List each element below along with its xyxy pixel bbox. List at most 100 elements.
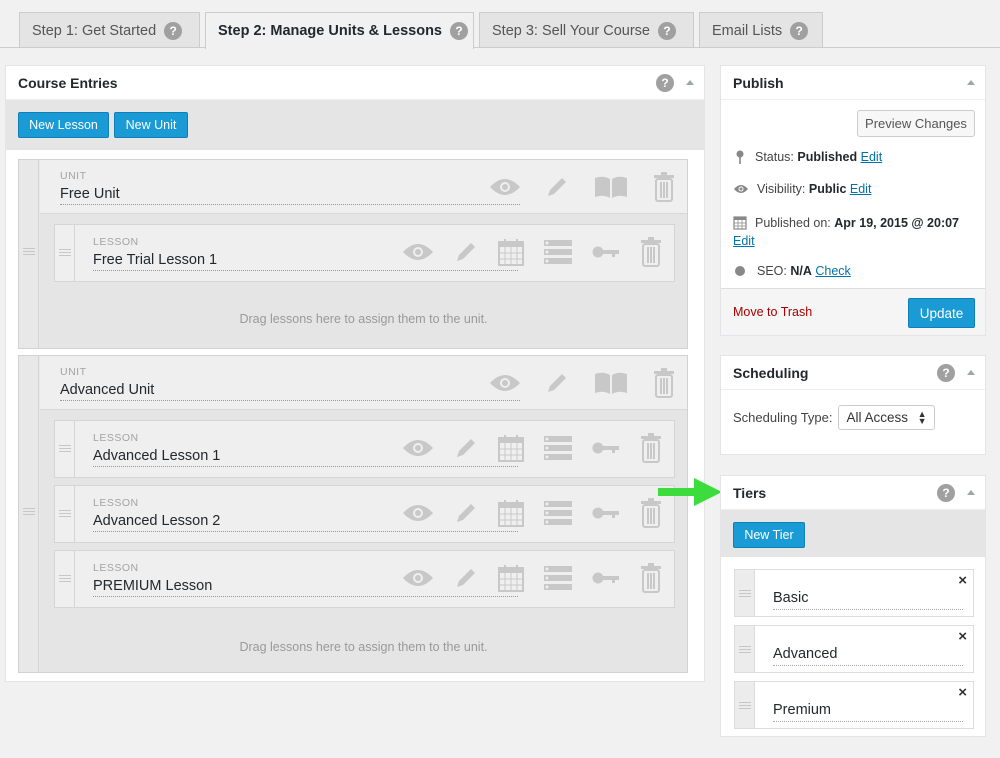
eye-icon[interactable] bbox=[402, 242, 434, 262]
trash-icon[interactable] bbox=[640, 563, 662, 593]
new-tier-button[interactable]: New Tier bbox=[733, 522, 805, 548]
publish-box: Publish Preview Changes Status: Publishe… bbox=[720, 65, 986, 336]
calendar-icon[interactable] bbox=[498, 499, 524, 527]
unit-name[interactable]: Free Unit bbox=[60, 186, 520, 205]
tab-manage-units[interactable]: Step 2: Manage Units & Lessons ? bbox=[205, 12, 474, 49]
unit-item[interactable]: UNIT Free Unit LESSON Free Trial Lesson … bbox=[18, 159, 688, 349]
eye-icon[interactable] bbox=[489, 373, 521, 393]
lesson-drag-handle[interactable] bbox=[55, 225, 75, 281]
preview-changes-button[interactable]: Preview Changes bbox=[857, 110, 975, 137]
published-value: Apr 19, 2015 @ 20:07 bbox=[834, 216, 960, 230]
list-icon[interactable] bbox=[544, 239, 572, 265]
unit-drag-handle[interactable] bbox=[19, 160, 39, 348]
eye-icon[interactable] bbox=[489, 177, 521, 197]
seo-check-link[interactable]: Check bbox=[815, 264, 850, 278]
tier-name[interactable]: Basic bbox=[773, 590, 963, 610]
tier-item[interactable]: Basic × bbox=[734, 569, 974, 617]
calendar-icon[interactable] bbox=[498, 564, 524, 592]
move-to-trash-link[interactable]: Move to Trash bbox=[733, 305, 812, 319]
pencil-icon[interactable] bbox=[454, 501, 478, 525]
calendar-icon[interactable] bbox=[498, 434, 524, 462]
pencil-icon[interactable] bbox=[545, 175, 569, 199]
update-button[interactable]: Update bbox=[908, 298, 975, 328]
trash-icon[interactable] bbox=[653, 172, 675, 202]
drag-hint: Drag lessons here to assign them to the … bbox=[239, 312, 488, 326]
tier-drag-handle[interactable] bbox=[735, 682, 755, 728]
trash-icon[interactable] bbox=[653, 368, 675, 398]
lesson-item[interactable]: LESSON Advanced Lesson 2 bbox=[54, 485, 675, 543]
help-icon[interactable]: ? bbox=[790, 21, 809, 40]
lesson-item[interactable]: LESSON PREMIUM Lesson bbox=[54, 550, 675, 608]
new-lesson-button[interactable]: New Lesson bbox=[18, 112, 109, 138]
eye-icon[interactable] bbox=[402, 568, 434, 588]
eye-icon[interactable] bbox=[402, 438, 434, 458]
tier-item[interactable]: Premium × bbox=[734, 681, 974, 729]
close-icon[interactable]: × bbox=[958, 572, 967, 589]
trash-icon[interactable] bbox=[640, 433, 662, 463]
close-icon[interactable]: × bbox=[958, 628, 967, 645]
help-icon[interactable]: ? bbox=[937, 363, 955, 382]
help-icon[interactable]: ? bbox=[450, 22, 468, 40]
unit-item[interactable]: UNIT Advanced Unit LESSON Advanced Lesso… bbox=[18, 355, 688, 673]
lesson-drag-handle[interactable] bbox=[55, 551, 75, 607]
lesson-drag-handle[interactable] bbox=[55, 421, 75, 477]
book-icon[interactable] bbox=[593, 175, 629, 199]
drag-handle-icon bbox=[59, 445, 71, 452]
help-icon[interactable]: ? bbox=[937, 483, 955, 502]
lesson-item[interactable]: LESSON Advanced Lesson 1 bbox=[54, 420, 675, 478]
pencil-icon[interactable] bbox=[545, 371, 569, 395]
collapse-icon[interactable] bbox=[967, 490, 975, 495]
tiers-box: Tiers ? New Tier Basic × Advanced × Prem… bbox=[720, 475, 986, 737]
unit-drag-handle[interactable] bbox=[19, 356, 39, 672]
tab-sell-course[interactable]: Step 3: Sell Your Course ? bbox=[479, 12, 694, 48]
lesson-drag-handle[interactable] bbox=[55, 486, 75, 542]
tier-name[interactable]: Premium bbox=[773, 702, 963, 722]
unit-name[interactable]: Advanced Unit bbox=[60, 382, 520, 401]
eye-icon[interactable] bbox=[402, 503, 434, 523]
unit-lessons: LESSON Advanced Lesson 1 LESSON Advanced… bbox=[40, 409, 687, 672]
seo-status-icon bbox=[735, 266, 745, 276]
key-icon[interactable] bbox=[592, 442, 620, 454]
lesson-item[interactable]: LESSON Free Trial Lesson 1 bbox=[54, 224, 675, 282]
pencil-icon[interactable] bbox=[454, 240, 478, 264]
scheduling-type-label: Scheduling Type: bbox=[733, 410, 833, 425]
status-label: Status: bbox=[755, 150, 794, 164]
list-icon[interactable] bbox=[544, 435, 572, 461]
key-icon[interactable] bbox=[592, 572, 620, 584]
collapse-icon[interactable] bbox=[686, 80, 694, 85]
drag-handle-icon bbox=[739, 646, 751, 653]
tab-get-started[interactable]: Step 1: Get Started ? bbox=[19, 12, 200, 48]
status-edit-link[interactable]: Edit bbox=[861, 150, 883, 164]
list-icon[interactable] bbox=[544, 500, 572, 526]
help-icon[interactable]: ? bbox=[658, 21, 676, 40]
tier-drag-handle[interactable] bbox=[735, 626, 755, 672]
pencil-icon[interactable] bbox=[454, 566, 478, 590]
tier-item[interactable]: Advanced × bbox=[734, 625, 974, 673]
key-icon[interactable] bbox=[592, 507, 620, 519]
unit-actions bbox=[489, 368, 675, 398]
pencil-icon[interactable] bbox=[454, 436, 478, 460]
visibility-row: Visibility: Public Edit bbox=[733, 182, 871, 196]
book-icon[interactable] bbox=[593, 371, 629, 395]
scheduling-type-select[interactable]: All Access ▲ ▼ bbox=[837, 405, 935, 430]
close-icon[interactable]: × bbox=[958, 684, 967, 701]
tier-name[interactable]: Advanced bbox=[773, 646, 963, 666]
collapse-icon[interactable] bbox=[967, 80, 975, 85]
collapse-icon[interactable] bbox=[967, 370, 975, 375]
lesson-label: LESSON bbox=[93, 236, 139, 248]
calendar-icon[interactable] bbox=[498, 238, 524, 266]
tier-drag-handle[interactable] bbox=[735, 570, 755, 616]
visibility-label: Visibility: bbox=[757, 182, 806, 196]
unit-lessons: LESSON Free Trial Lesson 1 Drag lessons … bbox=[40, 213, 687, 348]
drag-handle-icon bbox=[23, 508, 35, 515]
published-edit-link[interactable]: Edit bbox=[733, 232, 978, 250]
list-icon[interactable] bbox=[544, 565, 572, 591]
help-icon[interactable]: ? bbox=[164, 21, 183, 40]
key-icon[interactable] bbox=[592, 246, 620, 258]
tab-email-lists[interactable]: Email Lists ? bbox=[699, 12, 823, 48]
pin-icon bbox=[736, 150, 744, 164]
new-unit-button[interactable]: New Unit bbox=[114, 112, 188, 138]
visibility-edit-link[interactable]: Edit bbox=[850, 182, 872, 196]
help-icon[interactable]: ? bbox=[656, 73, 674, 92]
trash-icon[interactable] bbox=[640, 237, 662, 267]
